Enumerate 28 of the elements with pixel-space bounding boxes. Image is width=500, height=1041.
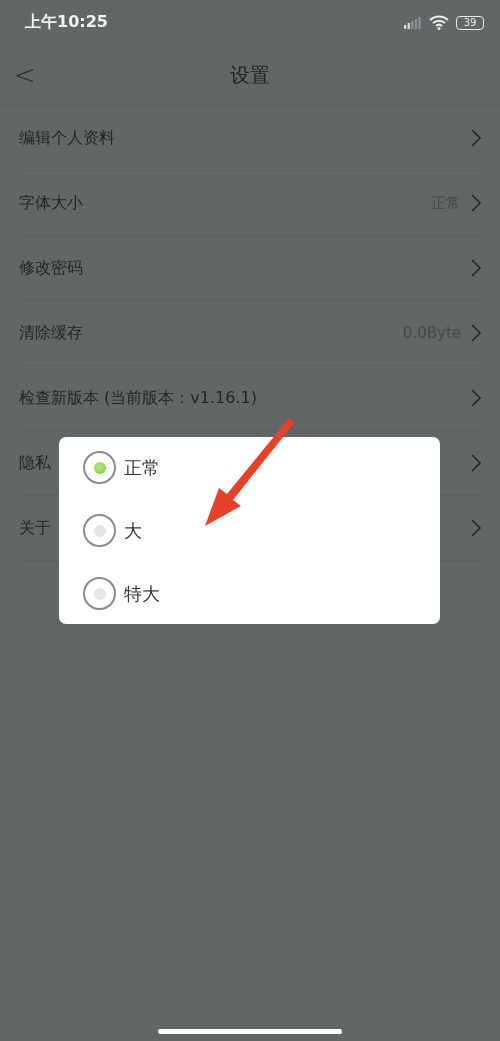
radio-button[interactable]	[83, 577, 116, 610]
settings-row[interactable]: 编辑个人资料	[19, 106, 481, 171]
chevron-right-icon	[471, 324, 481, 342]
row-label: 隐私	[19, 452, 51, 474]
row-label: 检查新版本 (当前版本：v1.16.1)	[19, 387, 257, 409]
signal-icon	[404, 16, 422, 29]
option-label: 大	[124, 518, 142, 543]
chevron-right-icon	[471, 389, 481, 407]
row-label: 关于	[19, 517, 51, 539]
option-label: 特大	[124, 581, 160, 606]
chevron-right-icon	[471, 259, 481, 277]
chevron-right-icon	[471, 194, 481, 212]
page-title: 设置	[230, 61, 270, 89]
radio-button[interactable]	[83, 514, 116, 547]
wifi-icon	[429, 15, 449, 30]
settings-row[interactable]: 修改密码	[19, 236, 481, 301]
row-label: 清除缓存	[19, 322, 83, 344]
chevron-right-icon	[471, 129, 481, 147]
row-label: 修改密码	[19, 257, 83, 279]
status-time: 上午10:25	[25, 12, 108, 33]
chevron-right-icon	[471, 519, 481, 537]
row-label: 编辑个人资料	[19, 127, 115, 149]
option-label: 正常	[124, 455, 160, 480]
back-button[interactable]: <	[14, 60, 36, 90]
row-label: 字体大小	[19, 192, 83, 214]
radio-button[interactable]	[83, 451, 116, 484]
battery-level: 39	[456, 15, 484, 30]
chevron-right-icon	[471, 454, 481, 472]
